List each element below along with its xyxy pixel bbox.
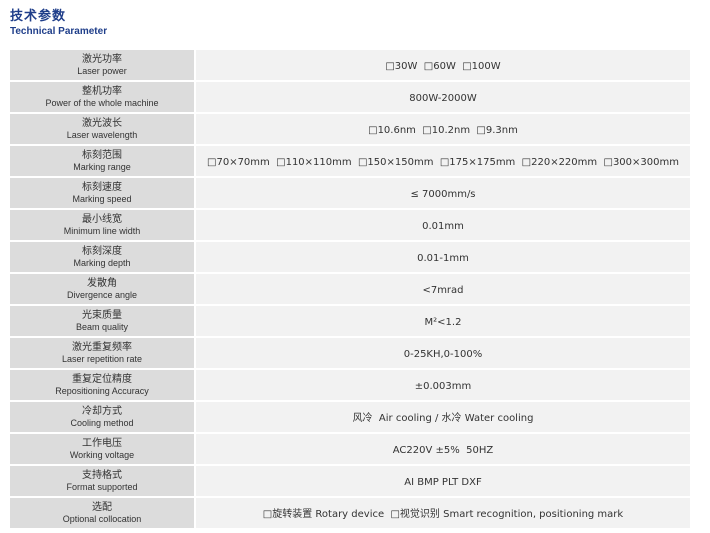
spec-value-cell: 0-25KH,0-100% xyxy=(196,338,690,368)
spec-label-en: Divergence angle xyxy=(66,289,138,300)
spec-value-cell: AC220V ±5% 50HZ xyxy=(196,434,690,464)
spec-label-zh: 整机功率 xyxy=(82,85,122,97)
spec-value-cell: 风冷 Air cooling / 水冷 Water cooling xyxy=(196,402,690,432)
spec-value: AI BMP PLT DXF xyxy=(404,477,482,488)
spec-value: 0-25KH,0-100% xyxy=(403,349,483,360)
spec-value-cell: □10.6nm □10.2nm □9.3nm xyxy=(196,114,690,144)
spec-value: AC220V ±5% 50HZ xyxy=(392,445,494,456)
spec-row: 标刻速度 Marking speed ≤ 7000mm/s xyxy=(10,178,690,208)
spec-value: ≤ 7000mm/s xyxy=(410,189,476,200)
spec-label-cell: 激光波长 Laser wavelength xyxy=(10,114,196,144)
spec-value-cell: 0.01mm xyxy=(196,210,690,240)
spec-label-cell: 最小线宽 Minimum line width xyxy=(10,210,196,240)
spec-label-cell: 重复定位精度 Repositioning Accuracy xyxy=(10,370,196,400)
spec-label-cell: 标刻深度 Marking depth xyxy=(10,242,196,272)
spec-label-cell: 发散角 Divergence angle xyxy=(10,274,196,304)
spec-row: 光束质量 Beam quality M²<1.2 xyxy=(10,306,690,336)
spec-label-en: Power of the whole machine xyxy=(45,97,159,108)
spec-value: M²<1.2 xyxy=(424,317,462,328)
section-title-en: Technical Parameter xyxy=(10,26,108,37)
spec-label-en: Laser wavelength xyxy=(66,129,138,140)
spec-value: □旋转装置 Rotary device □视觉识别 Smart recognit… xyxy=(262,509,624,520)
spec-label-en: Optional collocation xyxy=(62,513,142,524)
spec-value-cell: ±0.003mm xyxy=(196,370,690,400)
spec-row: 支持格式 Format supported AI BMP PLT DXF xyxy=(10,466,690,496)
spec-label-zh: 标刻深度 xyxy=(82,245,122,257)
spec-label-cell: 标刻范围 Marking range xyxy=(10,146,196,176)
spec-row: 发散角 Divergence angle <7mrad xyxy=(10,274,690,304)
spec-value-cell: □旋转装置 Rotary device □视觉识别 Smart recognit… xyxy=(196,498,690,528)
spec-label-cell: 激光功率 Laser power xyxy=(10,50,196,80)
section-header: 技术参数 Technical Parameter xyxy=(10,8,107,38)
spec-label-cell: 工作电压 Working voltage xyxy=(10,434,196,464)
spec-value: 0.01mm xyxy=(422,221,464,232)
spec-value-cell: □70×70mm □110×110mm □150×150mm □175×175m… xyxy=(196,146,690,176)
spec-label-zh: 最小线宽 xyxy=(82,213,122,225)
spec-label-en: Laser repetition rate xyxy=(61,353,143,364)
spec-label-en: Marking speed xyxy=(72,193,132,204)
spec-label-en: Working voltage xyxy=(69,449,135,460)
spec-table: 激光功率 Laser power □30W □60W □100W 整机功率 Power … xyxy=(10,48,690,530)
spec-label-zh: 激光波长 xyxy=(82,117,122,129)
spec-label-en: Minimum line width xyxy=(63,225,141,236)
section-title-zh: 技术参数 xyxy=(10,9,67,24)
spec-label-en: Repositioning Accuracy xyxy=(55,385,149,396)
spec-value: □10.6nm □10.2nm □9.3nm xyxy=(368,125,518,136)
spec-label-zh: 标刻速度 xyxy=(82,181,122,193)
spec-label-en: Format supported xyxy=(66,481,138,492)
spec-value-cell: 0.01-1mm xyxy=(196,242,690,272)
spec-value-cell: □30W □60W □100W xyxy=(196,50,690,80)
spec-row: 最小线宽 Minimum line width 0.01mm xyxy=(10,210,690,240)
spec-label-en: Cooling method xyxy=(70,417,134,428)
spec-label-en: Marking depth xyxy=(73,257,131,268)
spec-row: 重复定位精度 Repositioning Accuracy ±0.003mm xyxy=(10,370,690,400)
spec-row: 标刻范围 Marking range □70×70mm □110×110mm □15… xyxy=(10,146,690,176)
spec-label-cell: 标刻速度 Marking speed xyxy=(10,178,196,208)
spec-row: 工作电压 Working voltage AC220V ±5% 50HZ xyxy=(10,434,690,464)
spec-label-zh: 冷却方式 xyxy=(82,405,122,417)
spec-row: 整机功率 Power of the whole machine 800W-2000W xyxy=(10,82,690,112)
spec-label-zh: 选配 xyxy=(92,501,112,513)
spec-value: □70×70mm □110×110mm □150×150mm □175×175m… xyxy=(207,157,679,168)
spec-value: 0.01-1mm xyxy=(417,253,469,264)
spec-label-zh: 重复定位精度 xyxy=(72,373,132,385)
spec-label-en: Marking range xyxy=(73,161,131,172)
spec-label-zh: 发散角 xyxy=(87,277,117,289)
spec-row: 选配 Optional collocation □旋转装置 Rotary devic… xyxy=(10,498,690,528)
spec-value-cell: AI BMP PLT DXF xyxy=(196,466,690,496)
spec-value: <7mrad xyxy=(422,285,464,296)
spec-value-cell: M²<1.2 xyxy=(196,306,690,336)
spec-table-body: 激光功率 Laser power □30W □60W □100W 整机功率 Power … xyxy=(10,50,690,528)
spec-value: □30W □60W □100W xyxy=(385,61,501,72)
spec-label-cell: 激光重复频率 Laser repetition rate xyxy=(10,338,196,368)
spec-row: 激光功率 Laser power □30W □60W □100W xyxy=(10,50,690,80)
spec-label-cell: 光束质量 Beam quality xyxy=(10,306,196,336)
spec-value: ±0.003mm xyxy=(414,381,472,392)
spec-label-zh: 光束质量 xyxy=(82,309,122,321)
spec-label-zh: 工作电压 xyxy=(82,437,122,449)
spec-label-cell: 整机功率 Power of the whole machine xyxy=(10,82,196,112)
spec-label-zh: 支持格式 xyxy=(82,469,122,481)
spec-value: 800W-2000W xyxy=(409,93,477,104)
spec-label-cell: 选配 Optional collocation xyxy=(10,498,196,528)
spec-row: 标刻深度 Marking depth 0.01-1mm xyxy=(10,242,690,272)
spec-row: 激光波长 Laser wavelength □10.6nm □10.2nm □9.3… xyxy=(10,114,690,144)
spec-value-cell: <7mrad xyxy=(196,274,690,304)
spec-label-en: Beam quality xyxy=(75,321,129,332)
spec-label-cell: 冷却方式 Cooling method xyxy=(10,402,196,432)
spec-label-zh: 激光功率 xyxy=(82,53,122,65)
spec-row: 冷却方式 Cooling method 风冷 Air cooling / 水冷 Wa… xyxy=(10,402,690,432)
spec-label-zh: 标刻范围 xyxy=(82,149,122,161)
spec-label-cell: 支持格式 Format supported xyxy=(10,466,196,496)
spec-label-en: Laser power xyxy=(77,65,127,76)
spec-value: 风冷 Air cooling / 水冷 Water cooling xyxy=(352,413,534,424)
spec-row: 激光重复频率 Laser repetition rate 0-25KH,0-100% xyxy=(10,338,690,368)
spec-value-cell: ≤ 7000mm/s xyxy=(196,178,690,208)
spec-label-zh: 激光重复频率 xyxy=(72,341,132,353)
spec-value-cell: 800W-2000W xyxy=(196,82,690,112)
